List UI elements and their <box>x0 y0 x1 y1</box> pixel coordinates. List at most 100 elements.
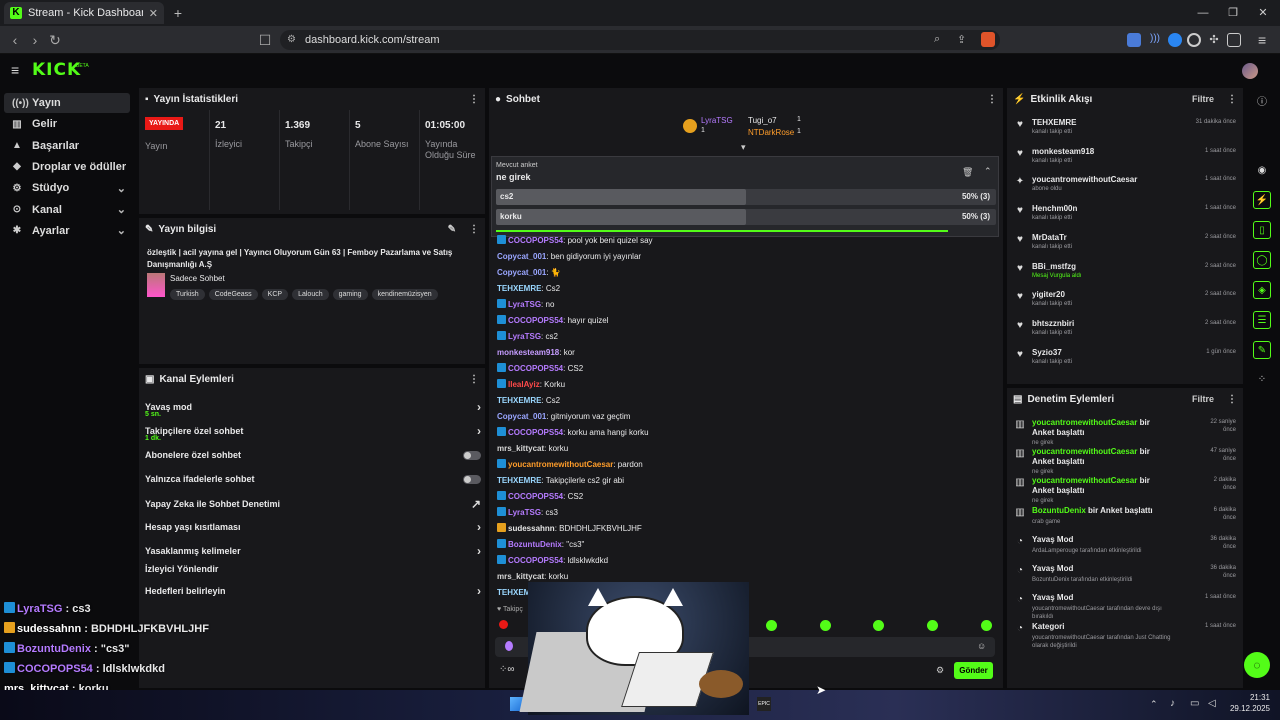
tag-pill[interactable]: Lalouch <box>292 289 329 300</box>
ext-circle-icon[interactable] <box>1187 33 1201 47</box>
chat-username[interactable]: sudessahnn <box>508 524 555 533</box>
minimize-button[interactable]: — <box>1192 4 1214 22</box>
delete-poll-icon[interactable]: 🗑 <box>962 167 973 178</box>
expand-leaderboard-icon[interactable]: ▾ <box>741 142 746 153</box>
url-field[interactable]: dashboard.kick.com/stream <box>280 30 1000 50</box>
activity-item[interactable]: ♥ bhtszznbiri kanalı takip etti 2 saat önce <box>1014 319 1236 345</box>
sidebar-toggle-icon[interactable] <box>1227 33 1241 47</box>
sidebar-item-1[interactable]: ▥ Gelir <box>4 114 130 134</box>
info-rail-icon[interactable]: ⓘ <box>1253 94 1271 112</box>
chat-username[interactable]: LyraTSG <box>508 332 541 341</box>
chat-username[interactable]: TEHXEMRE <box>497 476 541 485</box>
chat-username[interactable]: COCOPOPS54 <box>508 316 563 325</box>
moderation-user[interactable]: youcantromewithoutCaesar <box>1032 476 1137 485</box>
new-tab-button[interactable]: + <box>170 4 186 22</box>
hamburger-menu-icon[interactable]: ≡ <box>11 62 19 78</box>
epic-games-icon[interactable]: EPIC <box>757 697 771 711</box>
chat-settings-icon[interactable]: ⚙ <box>936 665 944 676</box>
list-rail-icon[interactable]: ☰ <box>1253 311 1271 329</box>
moderation-user[interactable]: Yavaş Mod <box>1032 593 1073 602</box>
collapse-poll-icon[interactable]: ⌃ <box>984 166 992 177</box>
emote-icon[interactable] <box>927 620 938 631</box>
chat-username[interactable]: monkesteam918 <box>497 348 559 357</box>
camera-rail-icon[interactable]: ◉ <box>1253 162 1271 180</box>
chat-username[interactable]: IlealAyiz <box>508 380 540 389</box>
bookmark-icon[interactable]: ☐ <box>256 31 274 49</box>
poll-option[interactable]: korku 50% (3) <box>496 209 996 225</box>
chat-username[interactable]: COCOPOPS54 <box>508 492 563 501</box>
tray-mic-icon[interactable]: ♪ <box>1170 698 1175 709</box>
sidebar-item-2[interactable]: ▲ Başarılar <box>4 136 130 156</box>
site-info-icon[interactable]: ⚙ <box>287 34 296 45</box>
chat-username[interactable]: youcantromewithoutCaesar <box>508 460 613 469</box>
quick-action-icon[interactable]: ⚡ <box>1253 191 1271 209</box>
activity-item[interactable]: ♥ yigiter20 kanalı takip etti 2 saat önce <box>1014 290 1236 316</box>
sidebar-item-6[interactable]: ✱ Ayarlar ⌄ <box>4 221 130 241</box>
emote-icon[interactable] <box>981 620 992 631</box>
tray-volume-icon[interactable]: ◁ <box>1208 698 1216 709</box>
activity-item[interactable]: ♥ Syzio37 kanalı takip etti 1 gün önce <box>1014 348 1236 374</box>
moderation-item[interactable]: ◔ Yavaş Mod BozuntuDenix tarafından etkinl… <box>1014 564 1236 592</box>
send-button[interactable]: Gönder <box>954 662 993 679</box>
channel-action-row[interactable]: Abonelere özel sohbet <box>145 450 481 460</box>
user-avatar[interactable] <box>1242 63 1258 79</box>
sidebar-item-0[interactable]: ((•)) Yayın <box>4 93 130 113</box>
chat-username[interactable]: COCOPOPS54 <box>508 364 563 373</box>
browser-menu-icon[interactable]: ≡ <box>1258 32 1266 48</box>
activity-item[interactable]: ♥ MrDataTr kanalı takip etti 2 saat önce <box>1014 233 1236 259</box>
sidebar-item-4[interactable]: ⚙ Stüdyo ⌄ <box>4 178 130 198</box>
chat-username[interactable]: mrs_kittycat <box>497 572 544 581</box>
moderation-user[interactable]: Yavaş Mod <box>1032 535 1073 544</box>
notes-rail-icon[interactable]: ▯ <box>1253 221 1271 239</box>
translate-extension-icon[interactable] <box>1127 33 1141 47</box>
activity-item[interactable]: ✦ youcantromewithoutCaesar abone oldu 1 saa… <box>1014 175 1236 201</box>
moderation-user[interactable]: Kategori <box>1032 622 1064 631</box>
help-chat-icon[interactable]: ◌ <box>1244 652 1270 678</box>
moderation-item[interactable]: ▥ youcantromewithoutCaesar bir Anket başl… <box>1014 447 1236 475</box>
moderation-item[interactable]: ◔ Kategori youcantromewithoutCaesar tarafı… <box>1014 622 1236 650</box>
close-window-button[interactable]: ✕ <box>1252 4 1274 22</box>
chat-menu-icon[interactable]: ⋮ <box>987 94 997 105</box>
tray-chevron-icon[interactable]: ⌃ <box>1150 699 1158 710</box>
tray-network-icon[interactable]: ▭ <box>1190 698 1199 709</box>
clock-time[interactable]: 21:31 <box>1238 693 1270 702</box>
emote-icon[interactable] <box>820 620 831 631</box>
back-icon[interactable]: ‹ <box>6 31 24 49</box>
maximize-button[interactable]: ❐ <box>1222 4 1244 22</box>
tag-pill[interactable]: gaming <box>332 289 368 300</box>
poll-option[interactable]: cs2 50% (3) <box>496 189 996 205</box>
apps-rail-icon[interactable]: ⁘ <box>1253 371 1271 389</box>
chat-username[interactable]: COCOPOPS54 <box>508 236 563 245</box>
tag-pill[interactable]: Turkish <box>170 289 205 300</box>
chat-rail-icon[interactable]: ◯ <box>1253 251 1271 269</box>
chat-username[interactable]: COCOPOPS54 <box>508 428 563 437</box>
actions-menu-icon[interactable]: ⋮ <box>469 374 479 385</box>
emote-icon[interactable] <box>766 620 777 631</box>
ext-blue-icon[interactable] <box>1168 33 1182 47</box>
channel-action-row[interactable]: Takipçilere özel sohbet 1 dk. › <box>145 424 481 442</box>
chat-username[interactable]: LyraTSG <box>508 508 541 517</box>
share-icon[interactable]: ⇪ <box>957 33 966 46</box>
chat-username[interactable]: BozuntuDenix <box>508 540 562 549</box>
channel-action-row[interactable]: Yasaklanmış kelimeler › <box>145 544 481 558</box>
activity-item[interactable]: ♥ TEHXEMRE kanalı takip etti 31 dakika önce <box>1014 118 1236 144</box>
clock-date[interactable]: 29.12.2025 <box>1226 704 1270 713</box>
info-menu-icon[interactable]: ⋮ <box>469 224 479 235</box>
moderation-item[interactable]: ▥ youcantromewithoutCaesar bir Anket başl… <box>1014 476 1236 504</box>
emote-icon[interactable] <box>499 620 508 629</box>
chat-username[interactable]: COCOPOPS54 <box>508 556 563 565</box>
activity-item[interactable]: ♥ BBi_mstfzg Mesaj Vurgula aldı 2 saat önce <box>1014 262 1236 288</box>
extensions-puzzle-icon[interactable]: ✣ <box>1207 33 1221 47</box>
moderation-item[interactable]: ◔ Yavaş Mod youcantromewithoutCaesar taraf… <box>1014 593 1236 621</box>
mic-icon[interactable] <box>505 641 513 651</box>
moderation-user[interactable]: youcantromewithoutCaesar <box>1032 447 1137 456</box>
emote-icon[interactable] <box>873 620 884 631</box>
moderation-item[interactable]: ▥ BozuntuDenix bir Anket başlattı crab gam… <box>1014 506 1236 534</box>
top-user-3[interactable]: NTDarkRose <box>748 128 794 137</box>
chat-username[interactable]: Copycat_001 <box>497 252 546 261</box>
emoji-picker-icon[interactable]: ☺ <box>977 641 986 651</box>
stats-menu-icon[interactable]: ⋮ <box>469 94 479 105</box>
tag-pill[interactable]: kendinemüzisyen <box>371 289 438 300</box>
chat-username[interactable]: TEHXEMRE <box>497 396 541 405</box>
kick-logo[interactable]: KICK <box>32 60 81 80</box>
